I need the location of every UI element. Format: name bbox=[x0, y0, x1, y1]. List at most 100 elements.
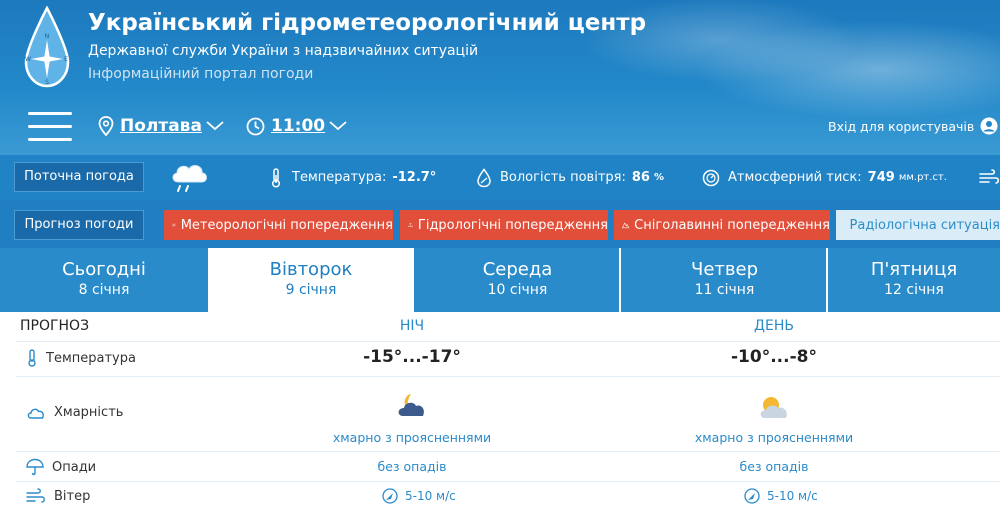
current-temperature: Температура: -12.7° bbox=[270, 155, 436, 200]
pressure-label: Атмосферний тиск: bbox=[728, 170, 862, 185]
day-name: Четвер bbox=[690, 259, 758, 280]
avalanche-warnings-button[interactable]: Сніголавинні попередження bbox=[614, 210, 830, 240]
row-label-cloudiness: Хмарність bbox=[26, 405, 123, 420]
flood-warning-icon bbox=[408, 222, 413, 227]
login-link[interactable]: Вхід для користувачів bbox=[828, 117, 998, 135]
radiation-icon bbox=[844, 224, 845, 226]
day-date: 11 січня bbox=[694, 282, 755, 298]
current-humidity: Вологість повітря: 86 % bbox=[476, 155, 664, 200]
logo-letter-s: S bbox=[45, 79, 49, 86]
location-pin-icon bbox=[98, 116, 114, 136]
thermometer-icon bbox=[28, 349, 36, 367]
chevron-down-icon bbox=[206, 121, 224, 131]
day-name: Вівторок bbox=[269, 259, 353, 280]
wind-direction-icon bbox=[382, 488, 398, 504]
meteo-warnings-label: Метеорологічні попередження bbox=[180, 217, 393, 233]
logo-letter-n: N bbox=[45, 33, 50, 40]
wind-icon bbox=[979, 169, 1000, 184]
humidity-drop-icon bbox=[477, 167, 491, 187]
day-cloudiness: хмарно з проясненнями bbox=[694, 430, 854, 445]
pressure-unit: мм.рт.ст. bbox=[898, 172, 947, 183]
day-wind-value: 5-10 м/с bbox=[767, 489, 818, 503]
day-date: 9 січня bbox=[285, 282, 337, 298]
night-wind: 5-10 м/с bbox=[382, 488, 456, 504]
cloud-snow-icon bbox=[172, 165, 207, 192]
day-column-header: ДЕНЬ bbox=[754, 318, 794, 334]
precipitation-row-label: Опади bbox=[52, 459, 97, 475]
night-cloudiness: хмарно з проясненнями bbox=[332, 430, 492, 445]
forecast-label: ПРОГНОЗ bbox=[20, 318, 90, 334]
hydromet-logo-icon[interactable]: N E S W bbox=[22, 6, 72, 88]
site-subtitle: Державної служби України з надзвичайних … bbox=[88, 43, 479, 59]
hamburger-line bbox=[28, 125, 72, 128]
radiology-button[interactable]: Радіологічна ситуація bbox=[836, 210, 1000, 240]
meteo-warnings-button[interactable]: Метеорологічні попередження bbox=[164, 210, 393, 240]
day-name: Середа bbox=[482, 259, 553, 280]
row-label-wind: Вітер bbox=[26, 488, 90, 504]
logo-letter-w: W bbox=[25, 56, 31, 63]
radiology-label: Радіологічна ситуація bbox=[849, 217, 1000, 233]
umbrella-icon bbox=[26, 458, 44, 476]
day-wind: 5-10 м/с bbox=[744, 488, 818, 504]
day-date: 12 січня bbox=[884, 282, 944, 298]
header-banner: N E S W Український гідрометеорологічний… bbox=[0, 0, 1000, 155]
chevron-down-icon bbox=[329, 121, 347, 131]
wind-direction-icon bbox=[744, 488, 760, 504]
portal-subtitle: Інформаційний портал погоди bbox=[88, 66, 314, 82]
time-selector[interactable]: 11:00 bbox=[246, 116, 347, 136]
humidity-label: Вологість повітря: bbox=[500, 170, 626, 185]
forecast-button[interactable]: Прогноз погоди bbox=[14, 210, 144, 240]
pressure-value: 749 bbox=[867, 170, 895, 185]
row-label-temperature: Температура bbox=[26, 349, 136, 367]
night-wind-value: 5-10 м/с bbox=[405, 489, 456, 503]
mountain-icon bbox=[622, 222, 630, 229]
tab-day-3[interactable]: Четвер 11 січня bbox=[621, 248, 828, 312]
avalanche-warnings-label: Сніголавинні попередження bbox=[634, 217, 830, 233]
tab-day-4[interactable]: П'ятниця 12 січня bbox=[828, 248, 1000, 312]
logo-letter-e: E bbox=[64, 56, 68, 63]
user-icon bbox=[980, 117, 998, 135]
day-name: Сьогодні bbox=[62, 259, 146, 280]
night-precipitation: без опадів bbox=[377, 459, 447, 474]
day-date: 8 січня bbox=[78, 282, 130, 298]
day-name: П'ятниця bbox=[870, 259, 958, 280]
city-selector[interactable]: Полтава bbox=[98, 116, 224, 136]
day-precipitation: без опадів bbox=[739, 459, 809, 474]
day-cloudy-sun-icon bbox=[760, 397, 787, 418]
wind-icon bbox=[26, 488, 45, 503]
day-temperature: -10°...-8° bbox=[731, 347, 817, 367]
night-column-header: НІЧ bbox=[399, 318, 425, 334]
night-temperature: -15°...-17° bbox=[363, 347, 461, 367]
row-divider bbox=[16, 341, 1000, 342]
tab-day-0[interactable]: Сьогодні 8 січня bbox=[0, 248, 208, 312]
pressure-gauge-icon bbox=[702, 169, 720, 186]
night-cloudy-moon-icon bbox=[398, 394, 424, 416]
site-title[interactable]: Український гідрометеорологічний центр bbox=[88, 10, 646, 36]
storm-warning-icon bbox=[172, 223, 176, 227]
row-divider bbox=[16, 376, 1000, 377]
row-divider bbox=[16, 481, 1000, 482]
hydro-warnings-label: Гідрологічні попередження bbox=[417, 217, 608, 233]
hamburger-line bbox=[28, 138, 72, 141]
hydro-warnings-button[interactable]: Гідрологічні попередження bbox=[400, 210, 608, 240]
humidity-value: 86 bbox=[631, 170, 650, 185]
cloud-icon bbox=[27, 408, 44, 419]
temperature-row-label: Температура bbox=[46, 350, 136, 366]
row-label-precipitation: Опади bbox=[26, 458, 96, 476]
temperature-label: Температура: bbox=[292, 170, 387, 185]
humidity-unit: % bbox=[653, 172, 664, 183]
wind-row-label: Вітер bbox=[54, 488, 91, 504]
current-weather-button[interactable]: Поточна погода bbox=[14, 162, 144, 192]
hamburger-line bbox=[28, 112, 72, 115]
tab-day-1[interactable]: Вівторок 9 січня bbox=[208, 248, 414, 314]
day-date: 10 січня bbox=[487, 282, 548, 298]
cloudiness-row-label: Хмарність bbox=[54, 405, 124, 420]
city-name: Полтава bbox=[120, 116, 202, 136]
tab-day-2[interactable]: Середа 10 січня bbox=[414, 248, 621, 312]
current-pressure: Атмосферний тиск: 749 мм.рт.ст. bbox=[702, 155, 947, 200]
row-divider bbox=[16, 451, 1000, 452]
temperature-value: -12.7° bbox=[392, 170, 437, 185]
clock-icon bbox=[246, 117, 265, 135]
thermometer-icon bbox=[271, 167, 281, 188]
menu-button[interactable] bbox=[28, 110, 72, 142]
